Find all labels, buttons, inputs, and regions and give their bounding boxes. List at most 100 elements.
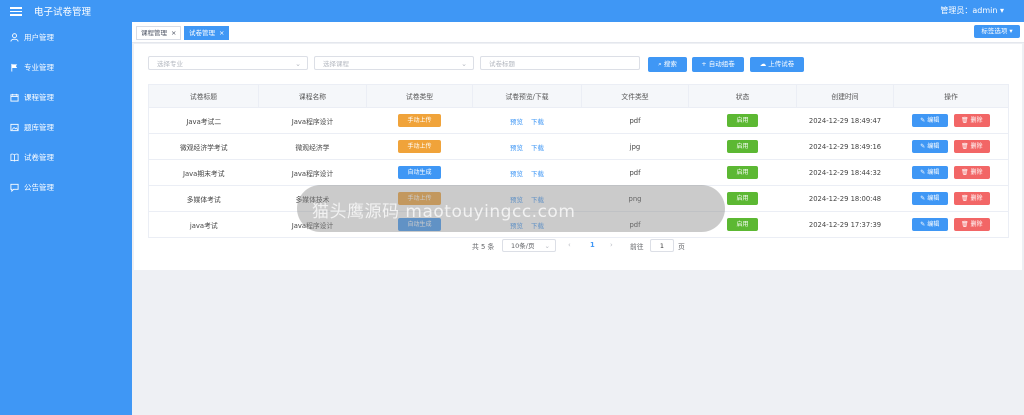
file-type: pdf <box>581 107 689 134</box>
sidebar-item-users[interactable]: 用户管理 <box>8 29 128 47</box>
page-size-select[interactable]: 10条/页 ⌄ <box>502 239 556 252</box>
goto-page-input[interactable]: 1 <box>650 239 674 252</box>
trash-icon: 🗑 <box>960 143 969 150</box>
trash-icon: 🗑 <box>960 221 969 228</box>
goto-label: 前往 <box>630 243 644 251</box>
edit-icon: ✎ <box>920 221 926 228</box>
flag-icon <box>11 63 18 72</box>
user-icon <box>10 33 19 42</box>
download-link[interactable]: 下载 <box>531 170 544 178</box>
sidebar-item-label: 试卷管理 <box>24 153 54 162</box>
sidebar-item-courses[interactable]: 课程管理 <box>8 89 128 107</box>
exam-type-badge: 自动生成 <box>398 166 441 179</box>
delete-label: 删除 <box>970 195 983 202</box>
status-badge[interactable]: 启用 <box>727 192 758 205</box>
sidebar-item-exam-papers[interactable]: 试卷管理 <box>8 149 128 167</box>
plus-icon: + <box>701 60 707 68</box>
table-row: 微观经济学考试 微观经济学 手动上传 预览 下载 jpg 启用 2024-12-29 18:4… <box>148 133 1009 160</box>
edit-button[interactable]: ✎ 编辑 <box>911 192 948 205</box>
menu-toggle-icon[interactable] <box>10 5 22 17</box>
course-select[interactable]: 选择课程 ⌄ <box>314 56 474 70</box>
actions-cell: ✎ 编辑 🗑 删除 <box>893 211 1009 238</box>
admin-user-menu[interactable]: 管理员：admin ▾ <box>940 5 1004 16</box>
edit-button[interactable]: ✎ 编辑 <box>911 140 948 153</box>
delete-button[interactable]: 🗑 删除 <box>953 114 990 127</box>
sidebar-item-label: 用户管理 <box>24 33 54 42</box>
course-select-placeholder: 选择课程 <box>323 60 349 68</box>
preview-link[interactable]: 预览 <box>510 118 523 126</box>
created-time: 2024-12-29 17:37:39 <box>796 211 894 238</box>
tab-courses[interactable]: 课程管理 × <box>136 26 182 40</box>
edit-button[interactable]: ✎ 编辑 <box>911 114 948 127</box>
sidebar-item-label: 题库管理 <box>24 123 54 132</box>
tab-exam-papers[interactable]: 试卷管理 × <box>184 26 230 40</box>
status-badge[interactable]: 启用 <box>727 166 758 179</box>
preview-link[interactable]: 预览 <box>510 144 523 152</box>
actions-cell: ✎ 编辑 🗑 删除 <box>893 185 1009 212</box>
delete-button[interactable]: 🗑 删除 <box>953 218 990 231</box>
app-title: 电子试卷管理 <box>34 7 92 18</box>
edit-button[interactable]: ✎ 编辑 <box>911 218 948 231</box>
chevron-down-icon: ⌄ <box>461 60 467 68</box>
created-time: 2024-12-29 18:49:47 <box>796 107 894 134</box>
delete-label: 删除 <box>970 221 983 228</box>
major-select[interactable]: 选择专业 ⌄ <box>148 56 308 70</box>
watermark-text: 猫头鹰源码 maotouyingcc.com <box>312 202 576 222</box>
upload-button[interactable]: ☁ 上传试卷 <box>750 57 804 72</box>
edit-icon: ✎ <box>920 169 926 176</box>
preview-download-cell: 预览 下载 <box>472 159 582 186</box>
chevron-down-icon: ⌄ <box>295 60 301 68</box>
actions-cell: ✎ 编辑 🗑 删除 <box>893 107 1009 134</box>
status-cell: 启用 <box>688 107 797 134</box>
course-name: Java程序设计 <box>258 107 367 134</box>
sidebar-item-question-bank[interactable]: 题库管理 <box>8 119 128 137</box>
edit-label: 编辑 <box>927 195 940 202</box>
page-number-current[interactable]: 1 <box>590 241 595 249</box>
created-time: 2024-12-29 18:44:32 <box>796 159 894 186</box>
status-cell: 启用 <box>688 133 797 160</box>
tab-label: 课程管理 <box>141 29 167 37</box>
download-link[interactable]: 下载 <box>531 118 544 126</box>
trash-icon: 🗑 <box>960 169 969 176</box>
download-link[interactable]: 下载 <box>531 144 544 152</box>
delete-button[interactable]: 🗑 删除 <box>953 192 990 205</box>
calendar-icon <box>10 93 19 102</box>
title-search-input[interactable]: 试卷标题 <box>480 56 640 70</box>
exam-type-cell: 手动上传 <box>366 107 473 134</box>
cloud-upload-icon: ☁ <box>759 60 767 68</box>
file-type: jpg <box>581 133 689 160</box>
sidebar-item-majors[interactable]: 专业管理 <box>8 59 128 77</box>
edit-label: 编辑 <box>927 169 940 176</box>
search-button[interactable]: ⌕ 搜索 <box>648 57 687 72</box>
main-card: 选择专业 ⌄ 选择课程 ⌄ 试卷标题 ⌕ 搜索 + 自动组卷 ☁ 上传试卷 试卷… <box>134 44 1022 270</box>
sidebar-item-label: 公告管理 <box>24 183 54 192</box>
prev-page-button[interactable]: ‹ <box>568 241 571 249</box>
column-header: 试卷标题 <box>148 84 259 108</box>
tabs-bar: 课程管理 × 试卷管理 × 标签选项 ▾ <box>132 22 1024 43</box>
status-badge[interactable]: 启用 <box>727 114 758 127</box>
status-badge[interactable]: 启用 <box>727 218 758 231</box>
status-badge[interactable]: 启用 <box>727 140 758 153</box>
sidebar-item-announcements[interactable]: 公告管理 <box>8 179 128 197</box>
title-search-placeholder: 试卷标题 <box>489 60 515 68</box>
auto-generate-button[interactable]: + 自动组卷 <box>692 57 744 72</box>
close-icon[interactable]: × <box>219 29 224 37</box>
edit-icon: ✎ <box>920 143 926 150</box>
edit-label: 编辑 <box>927 117 940 124</box>
close-icon[interactable]: × <box>171 29 176 37</box>
goto-suffix: 页 <box>678 243 685 251</box>
edit-button[interactable]: ✎ 编辑 <box>911 166 948 179</box>
delete-button[interactable]: 🗑 删除 <box>953 140 990 153</box>
actions-cell: ✎ 编辑 🗑 删除 <box>893 133 1009 160</box>
tab-options-button[interactable]: 标签选项 ▾ <box>974 25 1020 38</box>
exam-title: 多媒体考试 <box>148 185 259 212</box>
course-name: Java程序设计 <box>258 159 367 186</box>
preview-link[interactable]: 预览 <box>510 170 523 178</box>
column-header: 试卷预览/下载 <box>472 84 582 108</box>
table-row: Java期末考试 Java程序设计 自动生成 预览 下载 pdf 启用 2024-12-29 … <box>148 159 1009 186</box>
delete-button[interactable]: 🗑 删除 <box>953 166 990 179</box>
table-row: Java考试二 Java程序设计 手动上传 预览 下载 pdf 启用 2024-12-29 1… <box>148 107 1009 134</box>
next-page-button[interactable]: › <box>610 241 613 249</box>
created-time: 2024-12-29 18:49:16 <box>796 133 894 160</box>
exam-type-cell: 自动生成 <box>366 159 473 186</box>
